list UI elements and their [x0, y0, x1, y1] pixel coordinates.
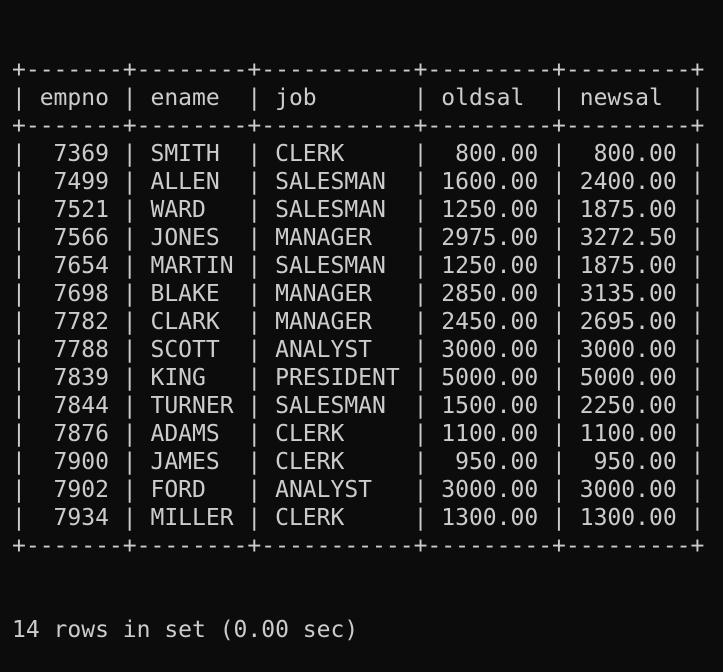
table-row: | 7654 | MARTIN | SALESMAN | 1250.00 | 1… — [12, 253, 705, 279]
table-row: | 7902 | FORD | ANALYST | 3000.00 | 3000… — [12, 477, 705, 503]
query-result-table: +-------+--------+-----------+---------+… — [12, 56, 723, 560]
table-row: | 7566 | JONES | MANAGER | 2975.00 | 327… — [12, 225, 705, 251]
table-row: | 7788 | SCOTT | ANALYST | 3000.00 | 300… — [12, 337, 705, 363]
table-row: | 7369 | SMITH | CLERK | 800.00 | 800.00… — [12, 141, 705, 167]
table-row: | 7844 | TURNER | SALESMAN | 1500.00 | 2… — [12, 393, 705, 419]
table-border-top: +-------+--------+-----------+---------+… — [12, 57, 705, 83]
table-row: | 7934 | MILLER | CLERK | 1300.00 | 1300… — [12, 505, 705, 531]
table-row: | 7698 | BLAKE | MANAGER | 2850.00 | 313… — [12, 281, 705, 307]
terminal-window[interactable]: +-------+--------+-----------+---------+… — [0, 0, 723, 643]
table-row: | 7521 | WARD | SALESMAN | 1250.00 | 187… — [12, 197, 705, 223]
table-row: | 7876 | ADAMS | CLERK | 1100.00 | 1100.… — [12, 421, 705, 447]
table-border-bottom: +-------+--------+-----------+---------+… — [12, 533, 705, 559]
table-row: | 7782 | CLARK | MANAGER | 2450.00 | 269… — [12, 309, 705, 335]
table-border-header: +-------+--------+-----------+---------+… — [12, 113, 705, 139]
table-row: | 7499 | ALLEN | SALESMAN | 1600.00 | 24… — [12, 169, 705, 195]
table-row: | 7900 | JAMES | CLERK | 950.00 | 950.00… — [12, 449, 705, 475]
result-summary: 14 rows in set (0.00 sec) — [12, 617, 359, 643]
table-header-row: | empno | ename | job | oldsal | newsal … — [12, 85, 705, 111]
table-row: | 7839 | KING | PRESIDENT | 5000.00 | 50… — [12, 365, 705, 391]
